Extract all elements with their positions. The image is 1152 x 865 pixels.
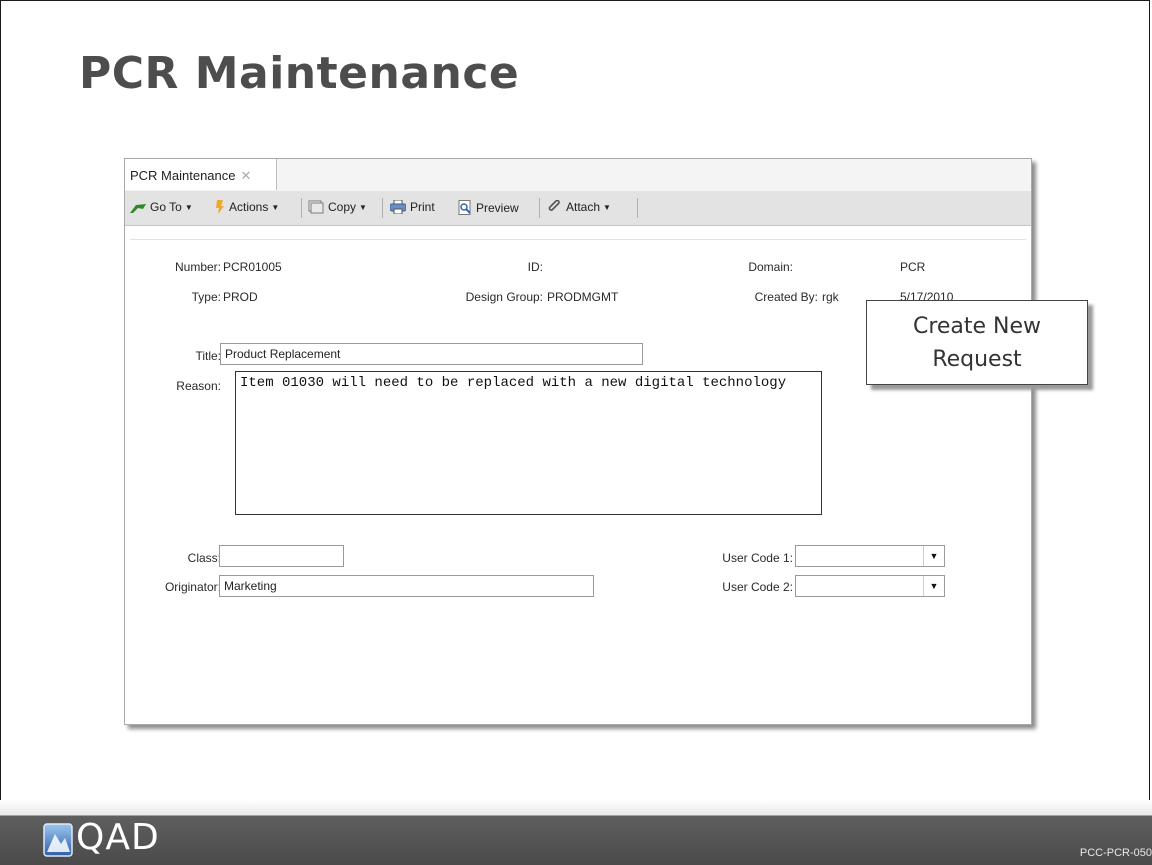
user-code-1-label: User Code 1: bbox=[722, 551, 793, 565]
user-code-1-select[interactable]: ▼ bbox=[795, 545, 945, 567]
number-label: Number: bbox=[174, 260, 221, 274]
type-value: PROD bbox=[223, 290, 258, 304]
user-code-2-label: User Code 2: bbox=[722, 580, 793, 594]
tab-bar: PCR Maintenance ✕ bbox=[125, 159, 1031, 192]
type-label: Type: bbox=[191, 290, 221, 304]
created-by-value: rgk bbox=[822, 290, 839, 304]
tab-label: PCR Maintenance bbox=[130, 168, 236, 183]
preview-button[interactable]: Preview bbox=[458, 200, 519, 215]
chevron-down-icon[interactable]: ▼ bbox=[923, 576, 944, 596]
qad-logo-icon bbox=[43, 823, 73, 857]
callout-line-2: Request bbox=[932, 347, 1022, 372]
preview-icon bbox=[458, 200, 471, 215]
id-label: ID: bbox=[527, 260, 543, 274]
created-by-label: Created By: bbox=[754, 290, 818, 304]
callout-box: Create New Request bbox=[866, 300, 1088, 385]
toolbar-separator bbox=[637, 198, 638, 218]
design-group-label: Design Group: bbox=[465, 290, 543, 304]
originator-label: Originator: bbox=[164, 580, 221, 594]
footer-bar bbox=[0, 800, 1152, 865]
reason-textarea[interactable]: Item 01030 will need to be replaced with… bbox=[235, 371, 822, 515]
chevron-down-icon: ▼ bbox=[603, 203, 611, 212]
printer-icon bbox=[390, 200, 406, 214]
toolbar: Go To ▼ Actions ▼ Copy ▼ Print Preview Atta… bbox=[125, 191, 1031, 226]
logo-text: QAD bbox=[76, 817, 160, 858]
originator-field[interactable]: Marketing bbox=[219, 575, 594, 597]
reason-label: Reason: bbox=[176, 379, 221, 393]
copy-icon bbox=[308, 200, 324, 214]
tab-pcr-maintenance[interactable]: PCR Maintenance ✕ bbox=[125, 159, 277, 190]
paperclip-icon bbox=[548, 200, 560, 211]
toolbar-separator bbox=[301, 198, 302, 218]
user-code-2-select[interactable]: ▼ bbox=[795, 575, 945, 597]
pcr-window: PCR Maintenance ✕ Go To ▼ Actions ▼ Copy ▼ P… bbox=[124, 158, 1032, 725]
copy-button[interactable]: Copy ▼ bbox=[308, 200, 367, 214]
number-value: PCR01005 bbox=[223, 260, 282, 274]
attach-button[interactable]: Attach ▼ bbox=[548, 200, 611, 214]
print-button[interactable]: Print bbox=[390, 200, 435, 214]
class-field[interactable] bbox=[219, 545, 344, 567]
design-group-value: PRODMGMT bbox=[547, 290, 619, 304]
goto-button[interactable]: Go To ▼ bbox=[130, 200, 193, 214]
domain-label: Domain: bbox=[748, 260, 793, 274]
user-code-1-value bbox=[796, 549, 800, 563]
toolbar-separator bbox=[539, 198, 540, 218]
slide-code: PCC-PCR-050 bbox=[1079, 847, 1152, 859]
domain-value: PCR bbox=[900, 260, 926, 274]
divider bbox=[130, 239, 1026, 240]
class-label: Class: bbox=[187, 551, 221, 565]
close-icon[interactable]: ✕ bbox=[241, 168, 252, 183]
user-code-2-value bbox=[796, 579, 800, 593]
actions-button[interactable]: Actions ▼ bbox=[215, 200, 279, 214]
goto-icon bbox=[130, 204, 146, 213]
chevron-down-icon: ▼ bbox=[359, 203, 367, 212]
toolbar-separator bbox=[382, 198, 383, 218]
chevron-down-icon[interactable]: ▼ bbox=[923, 546, 944, 566]
title-label: Title: bbox=[195, 349, 221, 363]
chevron-down-icon: ▼ bbox=[184, 203, 193, 212]
actions-icon bbox=[216, 200, 224, 214]
callout-line-1: Create New bbox=[912, 314, 1042, 339]
chevron-down-icon: ▼ bbox=[271, 203, 280, 212]
title-field[interactable]: Product Replacement bbox=[220, 343, 643, 365]
slide-title: PCR Maintenance bbox=[79, 48, 520, 99]
